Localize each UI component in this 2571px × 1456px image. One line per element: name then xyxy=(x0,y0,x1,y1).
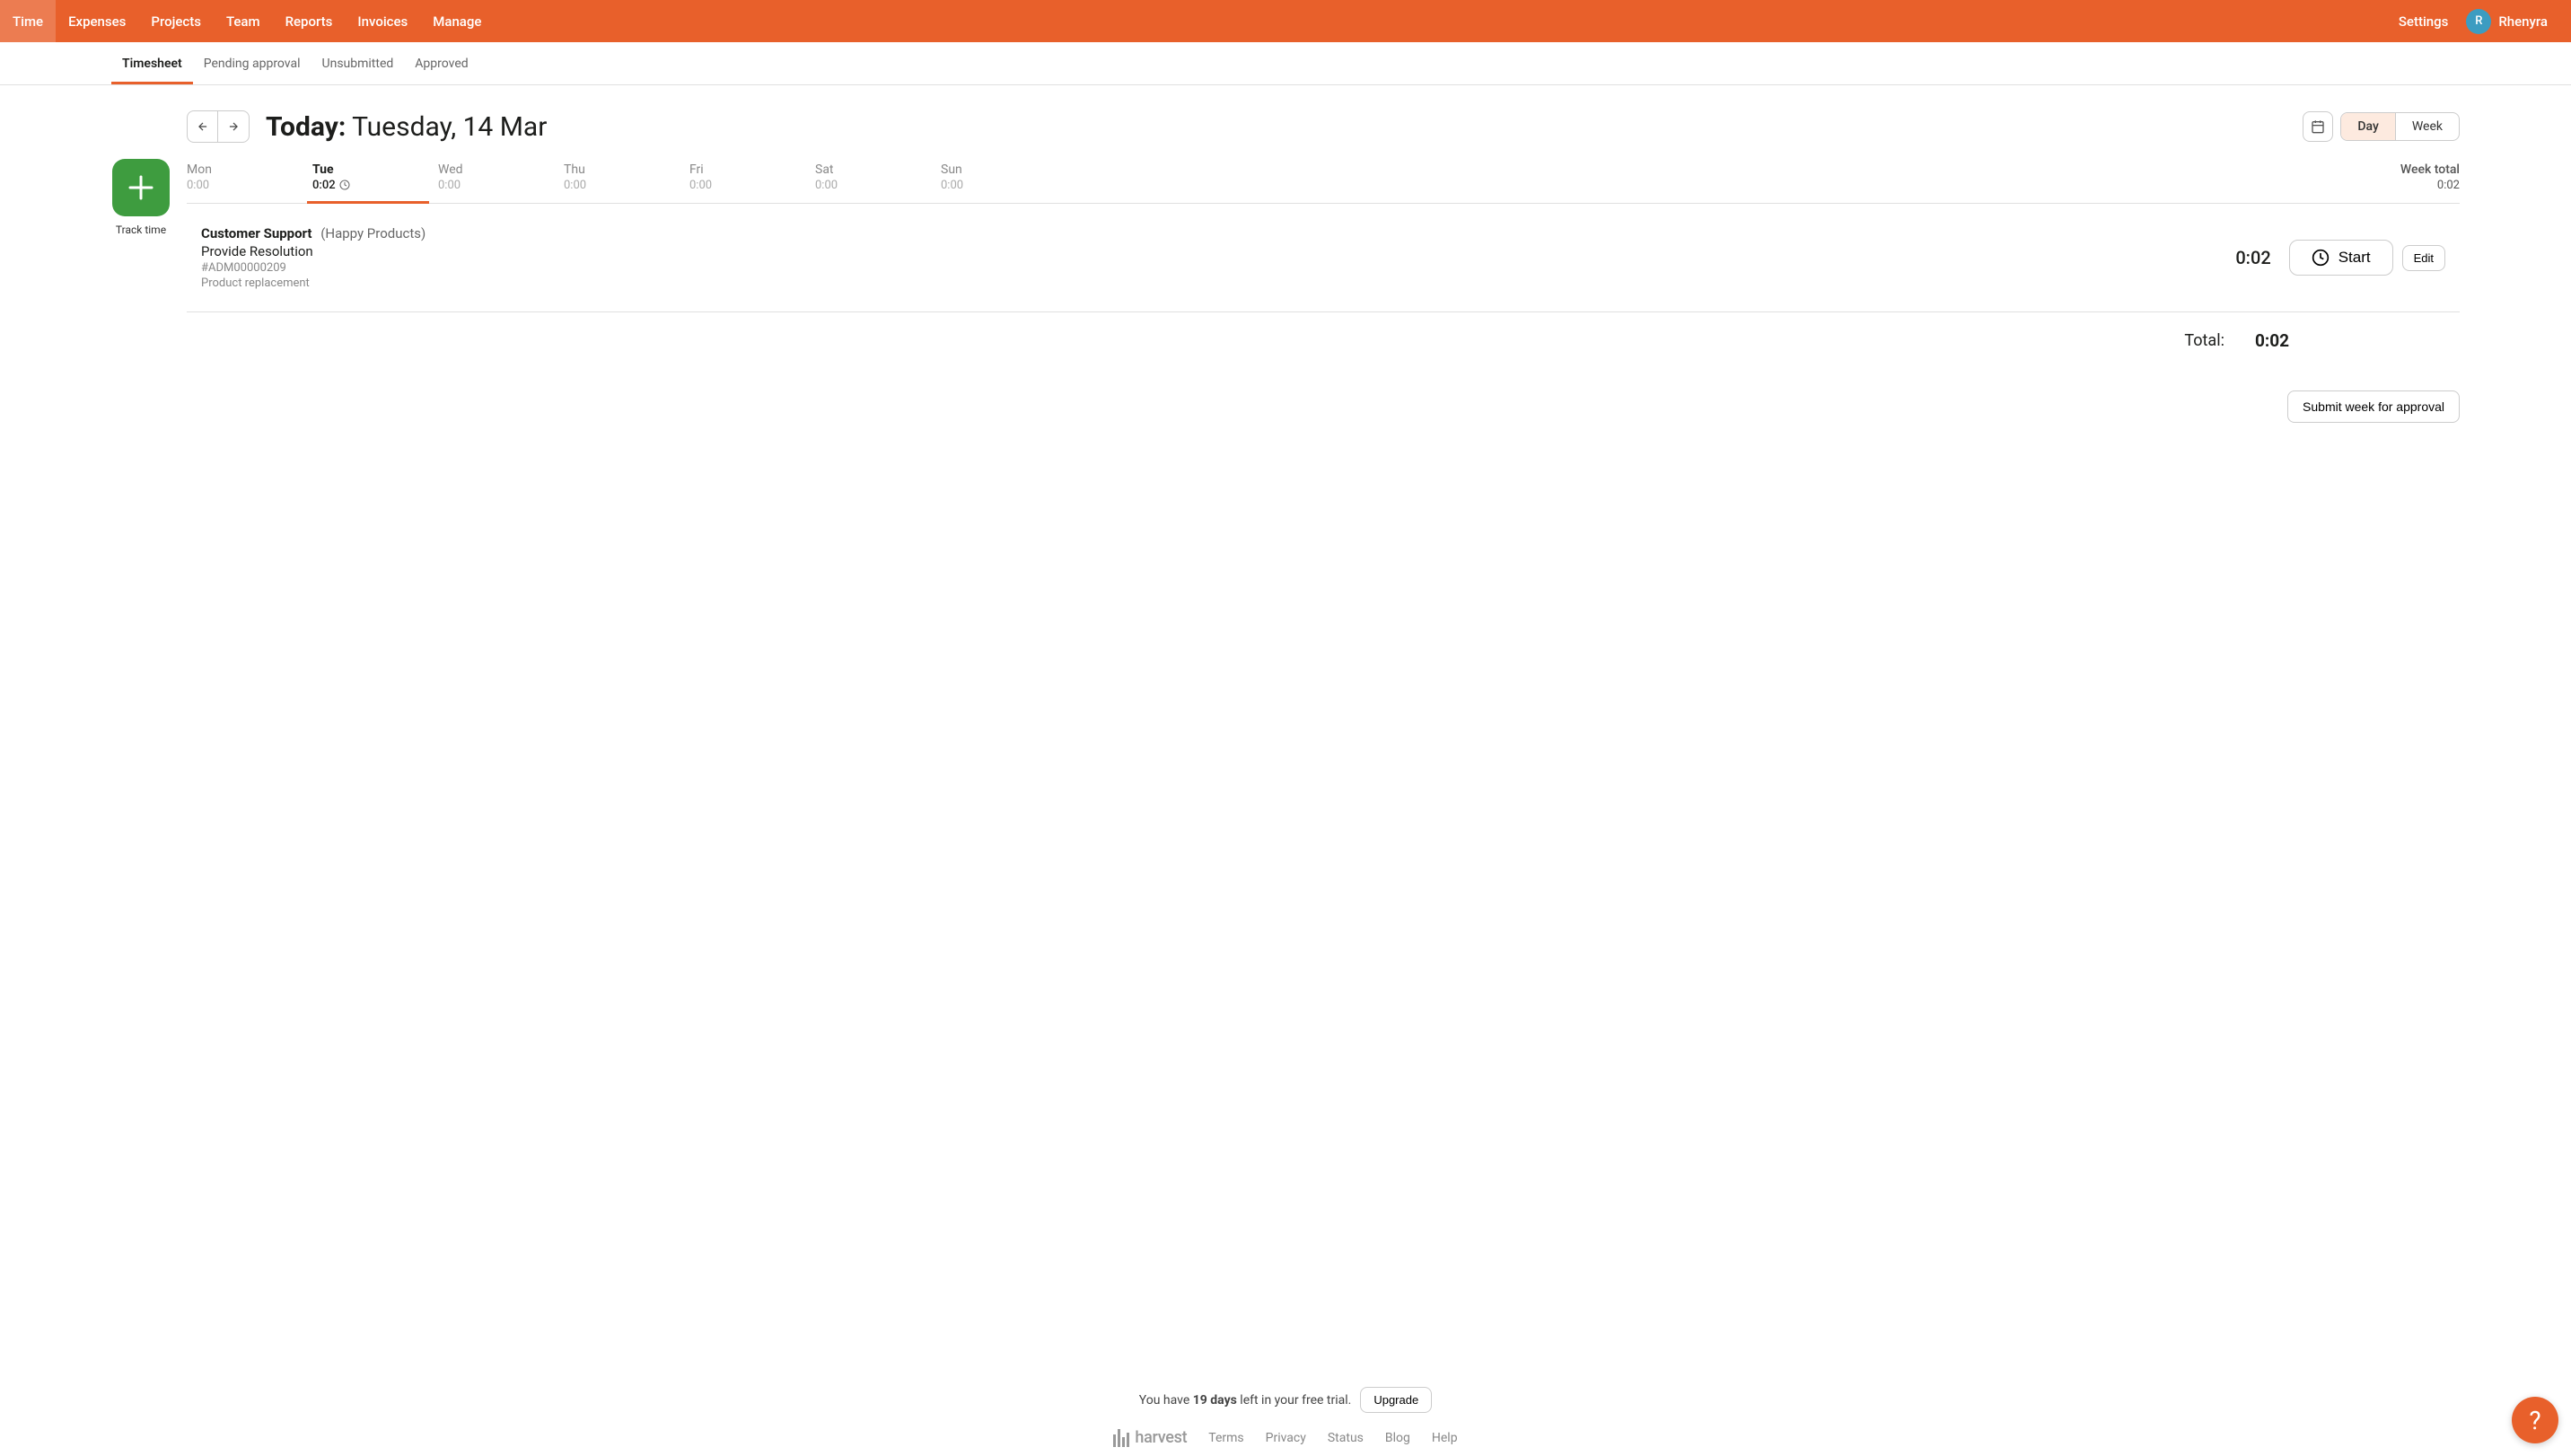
footer-link-privacy[interactable]: Privacy xyxy=(1266,1431,1306,1445)
clock-icon xyxy=(339,180,350,190)
time-entry-info: Customer Support (Happy Products) Provid… xyxy=(201,225,2235,290)
main-column: Today: Tuesday, 14 Mar Day Week Mon 0:00… xyxy=(187,110,2460,423)
nav-projects[interactable]: Projects xyxy=(138,0,214,42)
subnav-timesheet[interactable]: Timesheet xyxy=(111,42,193,84)
upgrade-button[interactable]: Upgrade xyxy=(1360,1387,1432,1413)
avatar: R xyxy=(2466,9,2491,34)
subnav-pending-approval[interactable]: Pending approval xyxy=(193,42,312,84)
page-title-prefix: Today: xyxy=(266,111,346,143)
help-bubble-button[interactable]: ? xyxy=(2512,1397,2558,1443)
day-name: Thu xyxy=(564,162,689,177)
arrow-right-icon xyxy=(227,120,240,133)
start-button-label: Start xyxy=(2338,249,2371,267)
day-time: 0:00 xyxy=(941,179,1066,192)
day-tab-sat[interactable]: Sat 0:00 xyxy=(815,161,941,203)
view-day-button[interactable]: Day xyxy=(2341,113,2395,140)
entry-reference: #ADM00000209 xyxy=(201,261,2235,275)
nav-expenses[interactable]: Expenses xyxy=(56,0,138,42)
view-week-button[interactable]: Week xyxy=(2396,113,2459,140)
add-time-button[interactable] xyxy=(112,159,170,216)
nav-invoices[interactable]: Invoices xyxy=(345,0,420,42)
day-tab-sun[interactable]: Sun 0:00 xyxy=(941,161,1066,203)
harvest-logo-text: harvest xyxy=(1135,1428,1187,1447)
date-nav-arrows xyxy=(187,110,250,143)
day-tab-thu[interactable]: Thu 0:00 xyxy=(564,161,689,203)
total-label: Total: xyxy=(2184,331,2224,350)
sub-nav-bar: Timesheet Pending approval Unsubmitted A… xyxy=(0,42,2571,85)
days-row: Mon 0:00 Tue 0:02 Wed 0:00 Thu 0:00 Fri … xyxy=(187,161,2460,204)
view-toggle: Day Week xyxy=(2340,112,2460,141)
top-nav-left: Time Expenses Projects Team Reports Invo… xyxy=(0,0,494,42)
nav-time[interactable]: Time xyxy=(0,0,56,42)
day-name: Sun xyxy=(941,162,1066,177)
side-column: Track time xyxy=(111,110,171,423)
day-time: 0:00 xyxy=(689,179,815,192)
entry-client: (Happy Products) xyxy=(320,225,426,241)
day-name: Fri xyxy=(689,162,815,177)
footer-link-blog[interactable]: Blog xyxy=(1385,1431,1410,1445)
day-name: Mon xyxy=(187,162,312,177)
footer-link-help[interactable]: Help xyxy=(1432,1431,1458,1445)
arrow-left-icon xyxy=(197,120,209,133)
calendar-icon xyxy=(2311,119,2325,134)
entry-project: Customer Support xyxy=(201,225,312,241)
nav-team[interactable]: Team xyxy=(214,0,273,42)
footer: harvest Terms Privacy Status Blog Help xyxy=(0,1428,2571,1447)
clock-icon xyxy=(2312,249,2330,267)
subnav-approved[interactable]: Approved xyxy=(404,42,478,84)
day-tab-fri[interactable]: Fri 0:00 xyxy=(689,161,815,203)
time-entry-row: Customer Support (Happy Products) Provid… xyxy=(187,204,2460,312)
entry-task: Provide Resolution xyxy=(201,243,2235,259)
submit-week-button[interactable]: Submit week for approval xyxy=(2287,390,2460,423)
day-time: 0:00 xyxy=(564,179,689,192)
submit-row: Submit week for approval xyxy=(187,390,2460,423)
plus-icon xyxy=(125,171,157,204)
start-timer-button[interactable]: Start xyxy=(2289,240,2393,276)
entry-note: Product replacement xyxy=(201,276,2235,290)
harvest-logo-icon xyxy=(1113,1429,1129,1447)
user-name-label: Rhenyra xyxy=(2498,13,2548,30)
top-nav-right: Settings R Rhenyra xyxy=(2390,0,2557,42)
next-day-button[interactable] xyxy=(218,111,249,142)
day-tab-mon[interactable]: Mon 0:00 xyxy=(187,161,312,203)
nav-manage[interactable]: Manage xyxy=(420,0,494,42)
footer-link-terms[interactable]: Terms xyxy=(1208,1431,1243,1445)
day-time: 0:02 xyxy=(312,179,336,192)
week-total-label: Week total xyxy=(2400,162,2460,177)
total-row: Total: 0:02 xyxy=(187,312,2460,369)
total-value: 0:02 xyxy=(2255,330,2289,351)
day-tab-tue[interactable]: Tue 0:02 xyxy=(312,161,438,203)
day-time: 0:00 xyxy=(438,179,564,192)
week-total-time: 0:02 xyxy=(2400,179,2460,192)
calendar-button[interactable] xyxy=(2303,111,2333,142)
harvest-logo[interactable]: harvest xyxy=(1113,1428,1187,1447)
day-name: Wed xyxy=(438,162,564,177)
subnav-unsubmitted[interactable]: Unsubmitted xyxy=(312,42,405,84)
trial-text: You have 19 days left in your free trial… xyxy=(1139,1393,1352,1408)
nav-user-menu[interactable]: R Rhenyra xyxy=(2457,0,2557,42)
heading-row: Today: Tuesday, 14 Mar Day Week xyxy=(187,110,2460,143)
track-time-label: Track time xyxy=(116,224,166,236)
edit-entry-button[interactable]: Edit xyxy=(2402,245,2445,271)
week-total: Week total 0:02 xyxy=(2400,161,2460,203)
nav-reports[interactable]: Reports xyxy=(273,0,346,42)
day-time: 0:00 xyxy=(187,179,312,192)
day-tab-wed[interactable]: Wed 0:00 xyxy=(438,161,564,203)
trial-notice: You have 19 days left in your free trial… xyxy=(0,1387,2571,1413)
page-title-date: Tuesday, 14 Mar xyxy=(346,111,547,143)
top-nav-bar: Time Expenses Projects Team Reports Invo… xyxy=(0,0,2571,42)
day-name: Tue xyxy=(312,162,438,177)
prev-day-button[interactable] xyxy=(188,111,218,142)
day-time: 0:00 xyxy=(815,179,941,192)
content-wrapper: Track time Today: Tuesday, 14 Mar Day xyxy=(0,85,2571,423)
nav-settings[interactable]: Settings xyxy=(2390,0,2458,42)
page-title: Today: Tuesday, 14 Mar xyxy=(266,111,547,143)
day-name: Sat xyxy=(815,162,941,177)
footer-link-status[interactable]: Status xyxy=(1328,1431,1364,1445)
entry-duration: 0:02 xyxy=(2235,247,2270,268)
